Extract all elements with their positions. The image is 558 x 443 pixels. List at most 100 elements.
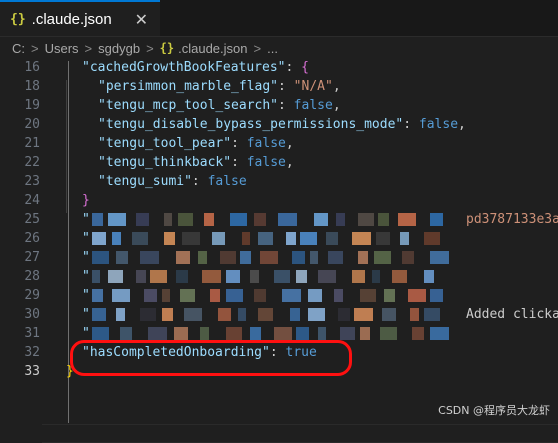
code-token: "persimmon_marble_flag"	[98, 79, 279, 94]
pixelated-redaction	[226, 327, 242, 340]
code-line[interactable]: 25 " pd3787133e3a	[0, 210, 558, 229]
pixelated-redaction	[198, 251, 207, 264]
code-line[interactable]: 26 "	[0, 229, 558, 248]
code-text: "tengu_tool_pear": false,	[98, 134, 294, 153]
code-token: "tengu_thinkback"	[98, 155, 232, 170]
pixelated-redaction	[202, 270, 221, 283]
pixelated-redaction	[92, 251, 109, 264]
tab-claude-json[interactable]: {} .claude.json ✕	[0, 0, 160, 36]
line-number: 33	[24, 364, 40, 379]
code-line[interactable]: 28 "	[0, 267, 558, 286]
tab-label: .claude.json	[31, 10, 112, 28]
pixelated-redaction	[132, 232, 148, 245]
breadcrumb: C: > Users > sgdygb > {} .claude.json > …	[0, 37, 558, 59]
code-token: "tengu_mcp_tool_search"	[98, 98, 279, 113]
code-line[interactable]: 27 "	[0, 248, 558, 267]
pixelated-redaction	[274, 327, 292, 340]
code-token: {	[301, 60, 309, 75]
pixelated-redaction	[400, 232, 409, 245]
chevron-right-icon: >	[31, 40, 39, 56]
tab-bar: {} .claude.json ✕	[0, 0, 558, 37]
pixelated-redaction	[258, 232, 273, 245]
chevron-right-icon: >	[253, 40, 262, 56]
code-token: false	[246, 155, 286, 170]
pixelated-redaction	[410, 308, 419, 321]
pixelated-redaction	[140, 308, 156, 321]
pixelated-redaction	[308, 289, 322, 302]
breadcrumb-symbol[interactable]: ...	[267, 41, 278, 56]
code-line[interactable]: 29 "	[0, 286, 558, 305]
pixelated-redaction	[258, 308, 273, 321]
code-token: "	[82, 326, 90, 341]
code-line[interactable]: 19 "tengu_mcp_tool_search": false,	[0, 96, 558, 115]
code-text: "	[82, 229, 90, 248]
code-text: "	[82, 305, 90, 324]
line-number: 21	[24, 136, 40, 151]
chevron-right-icon: >	[146, 40, 154, 56]
pixelated-redaction	[292, 251, 305, 264]
code-line[interactable]: 18 "persimmon_marble_flag": "N/A",	[0, 77, 558, 96]
code-line[interactable]: 21 "tengu_tool_pear": false,	[0, 134, 558, 153]
pixelated-redaction	[148, 327, 167, 340]
code-token: false	[418, 117, 459, 132]
json-braces-icon: {}	[10, 11, 26, 27]
line-number: 32	[24, 345, 40, 360]
close-icon[interactable]: ✕	[135, 10, 148, 29]
pixelated-redaction	[380, 327, 397, 340]
pixelated-redaction	[162, 289, 170, 302]
pixelated-redaction	[408, 289, 426, 302]
pixelated-redaction	[430, 251, 449, 264]
code-token: "tengu_tool_pear"	[98, 136, 232, 151]
pixelated-redaction	[308, 308, 325, 321]
line-number: 29	[24, 288, 40, 303]
pixelated-redaction	[318, 270, 336, 283]
code-text: "	[82, 267, 90, 286]
pixelated-redaction	[358, 213, 374, 226]
pixelated-redaction	[144, 289, 157, 302]
code-text: "tengu_disable_bypass_permissions_mode":…	[98, 115, 466, 134]
code-line[interactable]: 23 "tengu_sumi": false	[0, 172, 558, 191]
pixelated-redaction	[338, 308, 350, 321]
pixelated-redaction	[318, 327, 326, 340]
code-line[interactable]: 22 "tengu_thinkback": false,	[0, 153, 558, 172]
pixelated-redaction	[226, 289, 243, 302]
pixelated-redaction	[238, 308, 246, 321]
breadcrumb-users[interactable]: Users	[45, 41, 79, 56]
pixelated-redaction	[334, 289, 343, 302]
breadcrumb-file[interactable]: .claude.json	[178, 41, 247, 56]
code-token: false	[293, 98, 333, 113]
code-token: "	[82, 288, 90, 303]
code-line[interactable]: 24}	[0, 191, 558, 210]
code-token: :	[231, 155, 247, 170]
code-token: false	[207, 174, 247, 189]
pixelated-redaction	[184, 308, 202, 321]
code-token: "	[82, 307, 90, 322]
code-text: "	[82, 210, 90, 229]
pixelated-redaction	[250, 270, 259, 283]
code-tail-text: pd3787133e3a	[466, 212, 558, 227]
pixelated-redaction	[326, 232, 338, 245]
code-token: "tengu_sumi"	[98, 174, 192, 189]
pixelated-redaction	[352, 232, 371, 245]
code-line[interactable]: 30 " Added clicka	[0, 305, 558, 324]
pixelated-redaction	[372, 270, 380, 283]
code-line[interactable]: 20 "tengu_disable_bypass_permissions_mode…	[0, 115, 558, 134]
pixelated-redaction	[92, 270, 100, 283]
pixelated-redaction	[336, 213, 345, 226]
code-token: :	[278, 79, 294, 94]
pixelated-redaction	[112, 232, 121, 245]
pixelated-redaction	[204, 213, 214, 226]
breadcrumb-user-folder[interactable]: sgdygb	[98, 41, 140, 56]
pixelated-redaction	[310, 251, 318, 264]
code-line[interactable]: 16 "cachedGrowthBookFeatures": {	[0, 58, 558, 77]
breadcrumb-drive[interactable]: C:	[12, 41, 25, 56]
pixelated-redaction	[352, 270, 365, 283]
pixelated-redaction	[300, 232, 317, 245]
pixelated-redaction	[340, 327, 355, 340]
code-token: "N/A"	[293, 79, 333, 94]
pixelated-redaction	[360, 327, 370, 340]
pixelated-redaction	[136, 270, 146, 283]
pixelated-redaction	[242, 232, 250, 245]
code-token: "	[82, 212, 90, 227]
pixelated-redaction	[430, 213, 443, 226]
